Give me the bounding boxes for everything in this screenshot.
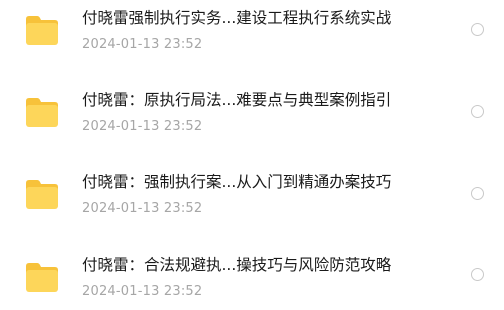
file-title: 付晓雷：强制执行案...从入门到精通办案技巧 (82, 173, 392, 191)
folder-icon (24, 178, 60, 210)
select-radio[interactable] (471, 268, 484, 281)
list-item[interactable]: 付晓雷：强制执行案...从入门到精通办案技巧 2024-01-13 23:52 (0, 164, 504, 224)
folder-icon (24, 261, 60, 293)
select-radio[interactable] (471, 23, 484, 36)
select-radio[interactable] (471, 187, 484, 200)
list-item[interactable]: 付晓雷：原执行局法...难要点与典型案例指引 2024-01-13 23:52 (0, 82, 504, 142)
file-date: 2024-01-13 23:52 (82, 201, 203, 216)
file-date: 2024-01-13 23:52 (82, 284, 203, 299)
list-item[interactable]: 付晓雷：合法规避执...操技巧与风险防范攻略 2024-01-13 23:52 (0, 247, 504, 307)
file-list: 付晓雷强制执行实务...建设工程执行系统实战 2024-01-13 23:52 … (0, 0, 504, 310)
list-item[interactable]: 付晓雷强制执行实务...建设工程执行系统实战 2024-01-13 23:52 (0, 0, 504, 60)
file-date: 2024-01-13 23:52 (82, 119, 203, 134)
file-date: 2024-01-13 23:52 (82, 37, 203, 52)
folder-icon (24, 96, 60, 128)
file-title: 付晓雷：合法规避执...操技巧与风险防范攻略 (82, 256, 392, 274)
file-title: 付晓雷强制执行实务...建设工程执行系统实战 (82, 9, 392, 27)
file-title: 付晓雷：原执行局法...难要点与典型案例指引 (82, 91, 392, 109)
folder-icon (24, 14, 60, 46)
select-radio[interactable] (471, 105, 484, 118)
